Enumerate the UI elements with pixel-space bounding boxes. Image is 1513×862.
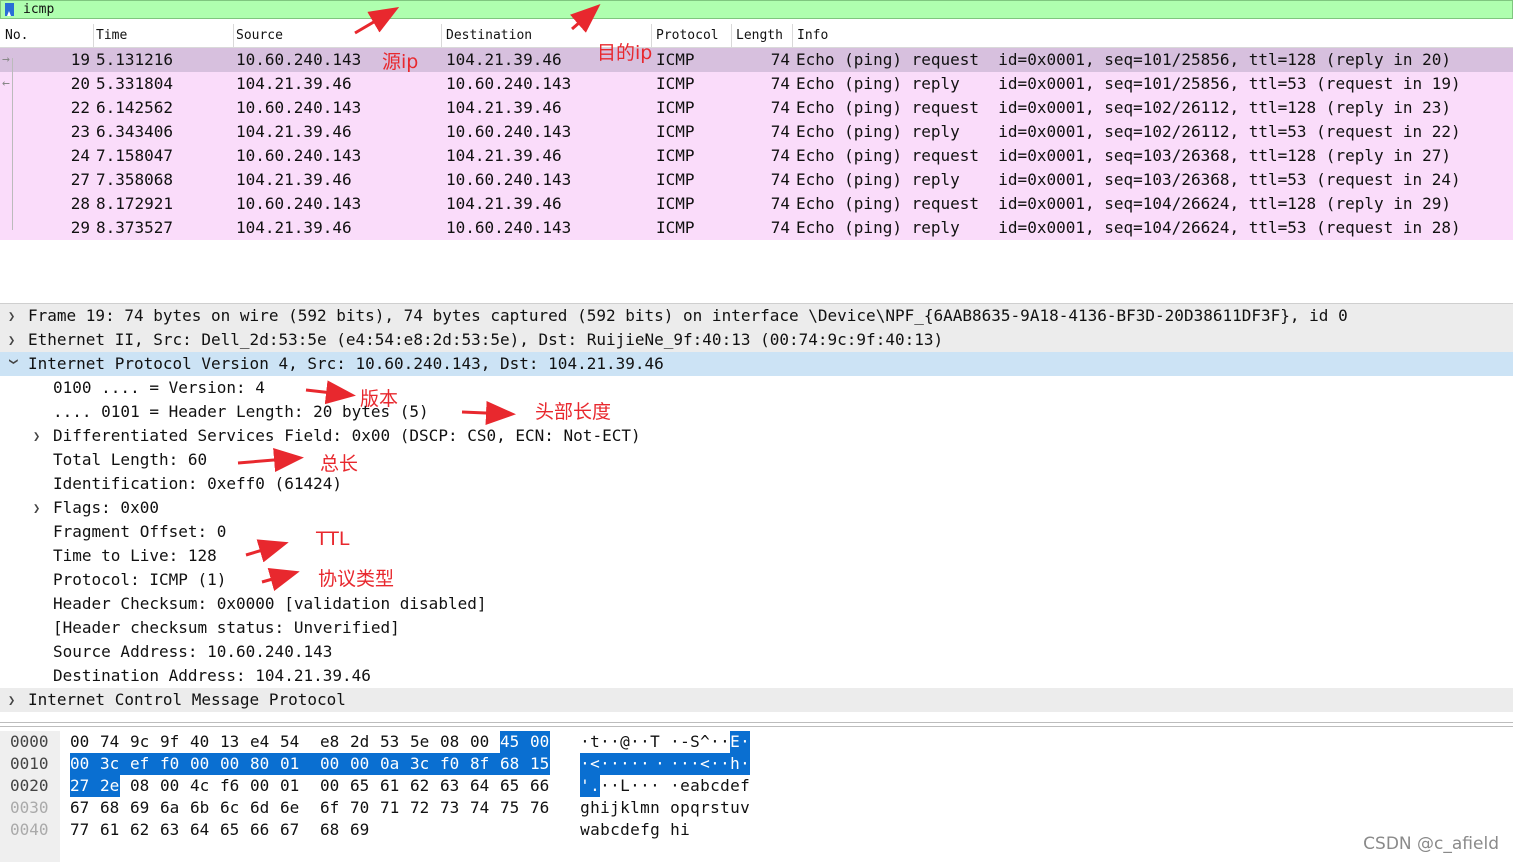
arrow-header-length — [461, 401, 516, 425]
arrow-total-length — [237, 448, 304, 472]
arrow-src-ip — [354, 6, 400, 35]
arrow-version — [305, 380, 356, 405]
arrow-dst-ip — [570, 4, 601, 33]
watermark: CSDN @c_afield — [1363, 834, 1499, 854]
arrow-protocol — [261, 567, 300, 592]
arrow-ttl — [245, 539, 289, 563]
annotation-arrows — [237, 4, 601, 592]
reply-arrow-icon: ← — [2, 76, 10, 91]
request-arrow-icon: → — [2, 52, 10, 67]
